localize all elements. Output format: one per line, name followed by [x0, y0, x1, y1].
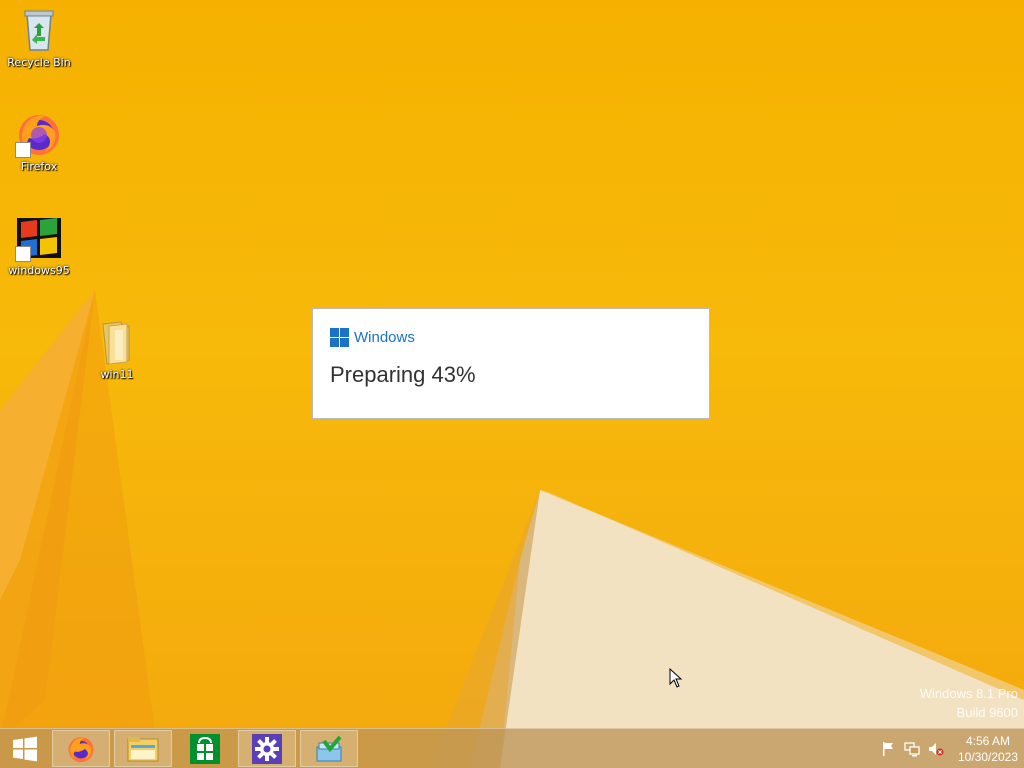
desktop-icon-firefox[interactable]: Firefox: [0, 110, 78, 173]
dialog-status-text: Preparing 43%: [330, 362, 476, 387]
clock-time: 4:56 AM: [965, 733, 1011, 748]
preparing-dialog: Windows Preparing 43%: [312, 308, 710, 419]
dialog-brand: Windows: [330, 327, 415, 347]
windows-start-icon: [13, 736, 37, 761]
desktop-icon-label: windows95: [8, 264, 70, 277]
network-icon[interactable]: [904, 741, 920, 757]
installer-icon: [316, 735, 342, 761]
desktop-icon-label: Recycle Bin: [7, 56, 71, 69]
desktop-icon-windows95[interactable]: windows95: [0, 214, 78, 277]
taskbar-store-button[interactable]: [176, 730, 234, 767]
shortcut-arrow-icon: [15, 246, 31, 262]
taskbar-clock[interactable]: 4:56 AM 10/30/2023: [952, 733, 1024, 765]
taskbar-settings-button[interactable]: [238, 730, 296, 767]
desktop-icon-recycle-bin[interactable]: Recycle Bin: [0, 6, 78, 69]
mouse-cursor-icon: [669, 668, 683, 688]
folder-icon: [102, 321, 130, 365]
desktop-icon-label: Firefox: [20, 160, 58, 173]
clock-date: 10/30/2023: [957, 749, 1019, 764]
system-tray: 4:56 AM 10/30/2023: [880, 729, 1024, 768]
taskbar-firefox-button[interactable]: [52, 730, 110, 767]
windows-logo-icon: [330, 327, 349, 347]
os-watermark: Windows 8.1 Pro Build 9600: [920, 684, 1018, 722]
file-explorer-icon: [127, 736, 159, 761]
firefox-icon: [68, 736, 94, 762]
recycle-bin-icon: [24, 10, 54, 51]
watermark-build: Build 9600: [956, 705, 1018, 720]
shortcut-arrow-icon: [15, 142, 31, 158]
dialog-brand-text: Windows: [354, 328, 415, 346]
desktop-icon-win11-folder[interactable]: win11: [78, 318, 156, 381]
desktop-icon-label: win11: [100, 368, 134, 381]
volume-muted-icon[interactable]: [928, 741, 944, 757]
taskbar-installer-button[interactable]: [300, 730, 358, 767]
taskbar: 4:56 AM 10/30/2023: [0, 728, 1024, 768]
desktop: Recycle Bin Firefox windows95 win11 Wind…: [0, 0, 1024, 768]
settings-icon: [252, 733, 282, 764]
store-icon: [190, 733, 220, 764]
action-center-flag-icon[interactable]: [880, 741, 896, 757]
watermark-edition: Windows 8.1 Pro: [919, 686, 1018, 701]
start-button[interactable]: [0, 729, 50, 768]
taskbar-file-explorer-button[interactable]: [114, 730, 172, 767]
